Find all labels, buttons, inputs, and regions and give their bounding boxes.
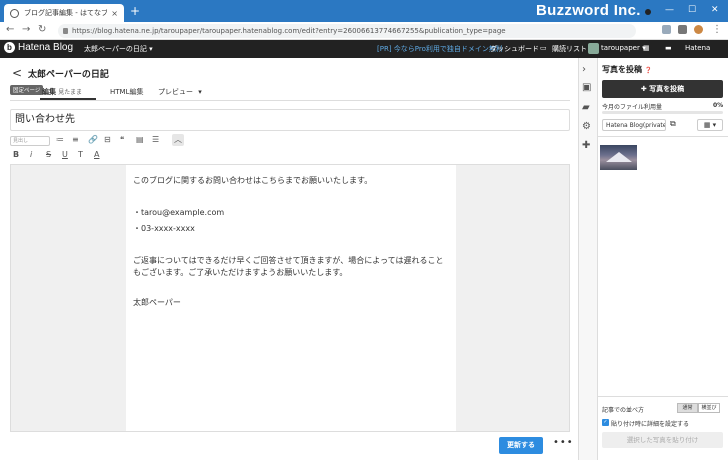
text-color-icon[interactable]: A [94, 150, 99, 159]
reading-list-icon[interactable]: ▭ [540, 44, 547, 52]
sort-label: 記事での並べ方 [602, 407, 645, 414]
body-paragraph: もございます。ご了承いただけますようお願いいたします。 [133, 268, 348, 277]
forward-arrow-icon[interactable]: → [22, 24, 30, 36]
sort-horizontal-button[interactable]: 横並び [698, 403, 720, 413]
page-type-badge: 固定ページ [10, 85, 44, 95]
numbered-list-icon[interactable]: ≡ [72, 135, 79, 144]
lock-icon[interactable] [63, 28, 68, 34]
url-input[interactable]: https://blog.hatena.ne.jp/taroupaper/tar… [58, 24, 636, 38]
user-menu[interactable]: taroupaper ▾ [601, 44, 646, 52]
dashboard-link[interactable]: ダッシュボード [490, 44, 539, 54]
hatena-blog-logo[interactable]: b Hatena Blog [4, 42, 73, 53]
body-paragraph: このブログに関するお問い合わせはこちらまでお願いいたします。 [133, 176, 373, 185]
profile-avatar-icon[interactable] [694, 25, 703, 34]
heading-select[interactable]: 見出し [10, 136, 50, 146]
help-icon[interactable]: ❓ [645, 67, 652, 74]
usage-label: 今月のファイル利用量 [602, 104, 663, 111]
collapse-panel-icon[interactable]: › [582, 64, 586, 75]
paste-photo-button[interactable]: 選択した写真を貼り付け [602, 432, 723, 448]
tab-divider [10, 100, 570, 101]
reload-icon[interactable]: ↻ [38, 24, 46, 36]
bold-icon[interactable]: B [13, 150, 19, 159]
tab-preview-label: プレビュー [158, 88, 193, 96]
detail-settings-checkbox[interactable]: ✓ [602, 419, 609, 426]
update-button[interactable]: 更新する [499, 437, 543, 454]
bullet-list-icon[interactable]: ≔ [56, 135, 64, 144]
browser-menu-icon[interactable]: ⋮ [712, 24, 722, 36]
panel-divider [598, 396, 728, 397]
view-mode-button[interactable]: ▦ ▾ [697, 119, 723, 131]
profile-dot-icon[interactable] [645, 9, 651, 15]
body-signature: 太郎ペーパー [133, 298, 181, 307]
photo-icon[interactable]: ▣ [582, 82, 591, 93]
external-link-icon[interactable]: ⧉ [670, 119, 676, 129]
panel-divider [598, 136, 728, 137]
chevron-down-icon: ▾ [198, 88, 202, 96]
read-more-icon[interactable]: ⊟ [104, 135, 111, 144]
tab-edit-sublabel: 見たまま [58, 89, 83, 96]
maximize-button[interactable]: ☐ [688, 5, 696, 15]
tab-html-edit[interactable]: HTML編集 [110, 87, 143, 97]
minimize-button[interactable]: — [665, 5, 674, 15]
side-icon-rail [578, 58, 598, 460]
tab-close-icon[interactable]: × [111, 9, 118, 18]
puzzle-icon[interactable] [678, 25, 687, 34]
plus-icon[interactable]: ✚ [582, 140, 590, 151]
hatena-blog-logo-text: Hatena Blog [18, 42, 74, 53]
footnote-icon[interactable]: ☰ [152, 135, 159, 144]
gear-icon[interactable]: ⚙ [582, 121, 591, 132]
hatena-favicon-icon [10, 8, 19, 18]
table-icon[interactable]: ▤ [136, 135, 144, 144]
blog-title: 太郎ペーパーの日記 [28, 70, 109, 80]
apps-grid-icon[interactable]: ▦ [643, 44, 650, 52]
browser-tab[interactable]: ブログ記事編集 - はてなブログ × [4, 4, 124, 22]
body-email: ・tarou@example.com [133, 208, 225, 217]
sort-normal-button[interactable]: 通常 [677, 403, 698, 413]
folder-icon[interactable]: ▰ [582, 102, 590, 113]
usage-progress-bar [602, 111, 723, 114]
hatena-link[interactable]: Hatena [685, 44, 710, 52]
usage-value: 0% [713, 102, 724, 109]
close-window-button[interactable]: ✕ [711, 5, 719, 15]
article-title-input[interactable]: 問い合わせ先 [10, 109, 570, 131]
back-arrow-icon[interactable]: ← [6, 24, 14, 36]
body-phone: ・03-xxxx-xxxx [133, 224, 195, 233]
italic-icon[interactable]: i [30, 150, 32, 159]
promo-link[interactable]: [PR] 今ならPro利用で独自ドメイン無料 [377, 44, 503, 54]
tab-preview[interactable]: プレビュー ▾ [158, 87, 202, 97]
photo-panel-title-text: 写真を投稿 [602, 65, 642, 74]
hatena-logo-icon: b [4, 42, 15, 53]
font-size-icon[interactable]: T [78, 150, 83, 159]
blog-name-dropdown[interactable]: 太郎ペーパーの日記 ▾ [84, 44, 153, 54]
reading-list-link[interactable]: 購読リスト [552, 44, 587, 54]
tab-edit[interactable]: 編集 見たまま [42, 87, 82, 97]
extension-icon[interactable] [662, 25, 671, 34]
user-avatar[interactable] [588, 43, 599, 54]
back-chevron-icon[interactable]: < [12, 66, 22, 80]
photo-panel-title: 写真を投稿 ❓ [602, 64, 652, 75]
mountain-shape [606, 152, 632, 162]
new-tab-button[interactable]: + [130, 4, 140, 18]
brand-watermark: Buzzword Inc. [536, 2, 641, 19]
quote-icon[interactable]: ❝ [120, 135, 124, 144]
strikethrough-icon[interactable]: S [46, 150, 51, 159]
toolbar-collapse-button[interactable]: ︿ [172, 134, 184, 146]
notification-icon[interactable]: ▬ [665, 44, 672, 52]
post-photo-button[interactable]: ✚ 写真を投稿 [602, 80, 723, 98]
link-icon[interactable]: 🔗 [88, 135, 98, 144]
detail-settings-label: 貼り付け時に詳細を設定する [611, 421, 690, 428]
album-select[interactable]: Hatena Blog(private) ▾ [602, 119, 666, 131]
tab-edit-label: 編集 [42, 88, 56, 96]
more-options-icon[interactable]: ••• [553, 437, 574, 448]
browser-tab-title: ブログ記事編集 - はてなブログ [24, 9, 108, 17]
underline-icon[interactable]: U [62, 150, 68, 159]
